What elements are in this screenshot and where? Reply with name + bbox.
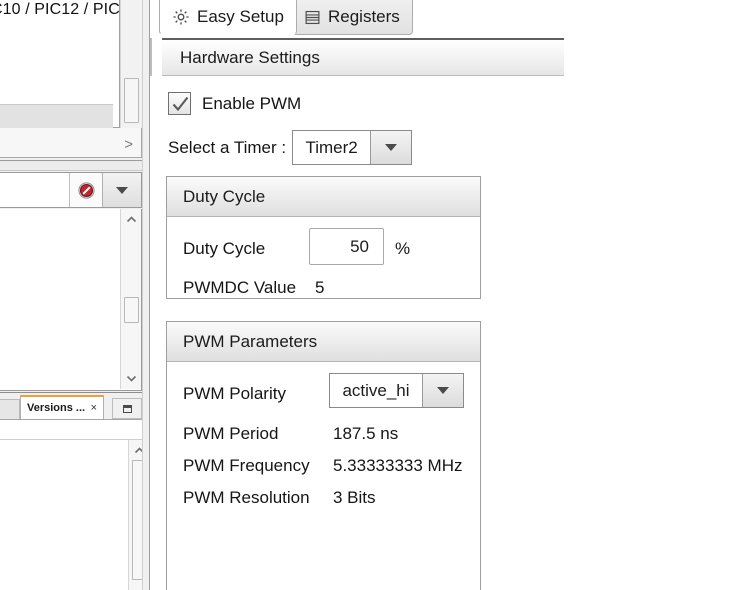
scrollbar-thumb[interactable] <box>124 78 139 123</box>
select-timer-label: Select a Timer : <box>168 138 286 158</box>
pwm-polarity-combobox-button[interactable] <box>422 374 463 407</box>
pwm-resolution-label: PWM Resolution <box>183 488 310 508</box>
filter-combobox[interactable] <box>0 172 142 208</box>
left-region: C10 / PIC12 / PIC > <box>0 0 150 590</box>
minimize-icon <box>123 405 132 413</box>
pwm-period-value: 187.5 ns <box>333 424 398 444</box>
timer-combobox-value[interactable]: Timer2 <box>293 131 370 164</box>
pwm-frequency-value: 5.33333333 MHz <box>333 456 462 476</box>
timer-combobox[interactable]: Timer2 <box>292 130 412 165</box>
check-icon <box>171 95 190 114</box>
enable-pwm-checkbox[interactable] <box>168 92 191 115</box>
duty-cycle-group: Duty Cycle Duty Cycle 50 % PWMDC Value 5 <box>166 176 481 299</box>
pwm-parameters-group-title: PWM Parameters <box>167 322 480 362</box>
bottom-dock: Versions ... × Configurator (Pl hnology,… <box>0 392 150 590</box>
pwm-polarity-combobox-value[interactable]: active_hi <box>330 374 422 407</box>
filter-combobox-field[interactable] <box>0 173 69 207</box>
tab-registers-label: Registers <box>328 7 400 27</box>
dock-tab-versions[interactable]: Versions ... × <box>20 395 104 419</box>
dock-toolbar[interactable] <box>0 420 149 440</box>
device-list-scrollbar[interactable] <box>120 0 141 130</box>
device-list-footer-row[interactable]: > <box>0 128 142 158</box>
chevron-down-icon <box>116 187 128 194</box>
pwm-resolution-value: 3 Bits <box>333 488 376 508</box>
duty-cycle-input[interactable]: 50 <box>309 228 384 265</box>
dock-minimize-button[interactable] <box>112 398 142 419</box>
hardware-settings-header: Hardware Settings <box>162 38 564 76</box>
list-icon <box>304 9 321 26</box>
chevron-up-icon[interactable] <box>125 213 138 226</box>
pwm-frequency-label: PWM Frequency <box>183 456 310 476</box>
chevron-down-icon[interactable] <box>125 372 138 385</box>
vertical-splitter[interactable] <box>142 0 150 590</box>
pwm-parameters-group: PWM Parameters PWM Polarity active_hi PW… <box>166 321 481 590</box>
pwm-period-label: PWM Period <box>183 424 278 444</box>
enable-pwm-label: Enable PWM <box>202 94 301 114</box>
percent-label: % <box>395 239 410 259</box>
prohibition-icon-cell[interactable] <box>69 173 102 207</box>
main-panel: Easy Setup Registers Hardware Settings <box>150 0 564 590</box>
main-tabstrip: Easy Setup Registers <box>150 0 564 35</box>
close-icon[interactable]: × <box>91 403 99 414</box>
select-timer-row: Select a Timer : Timer2 <box>168 130 412 165</box>
panel-separator <box>0 160 150 171</box>
device-list-text: C10 / PIC12 / PIC <box>0 1 120 19</box>
timer-combobox-button[interactable] <box>370 131 411 164</box>
prohibition-icon[interactable] <box>78 182 95 199</box>
pwm-polarity-label: PWM Polarity <box>183 384 286 404</box>
pwm-polarity-combobox[interactable]: active_hi <box>329 373 464 408</box>
pwmdc-value-label: PWMDC Value <box>183 278 296 298</box>
tab-easy-setup-label: Easy Setup <box>197 7 284 27</box>
chevron-down-icon <box>437 387 449 394</box>
device-list-panel[interactable]: C10 / PIC12 / PIC <box>0 0 120 128</box>
duty-cycle-group-title: Duty Cycle <box>167 177 480 217</box>
main-content: Enable PWM Select a Timer : Timer2 Duty … <box>150 76 564 590</box>
gear-icon <box>172 8 190 26</box>
enable-pwm-row[interactable]: Enable PWM <box>168 92 301 115</box>
dock-tab-versions-label: Versions ... <box>27 402 85 414</box>
duty-cycle-label: Duty Cycle <box>183 239 265 259</box>
filter-combobox-dropdown-button[interactable] <box>102 173 141 207</box>
pwmdc-value: 5 <box>315 278 324 298</box>
dock-body: Configurator (Pl hnology, Inc. ollers an… <box>0 419 150 590</box>
dock-tabstrip: Versions ... × <box>0 395 150 419</box>
left-list-scrollbar[interactable] <box>120 209 141 389</box>
dock-tab-stub[interactable] <box>0 399 20 419</box>
chevron-down-icon <box>385 144 397 151</box>
left-list-panel[interactable] <box>0 209 142 391</box>
chevron-right-icon[interactable]: > <box>124 137 133 152</box>
app-root: C10 / PIC12 / PIC > <box>0 0 738 590</box>
tab-easy-setup[interactable]: Easy Setup <box>159 0 297 35</box>
tab-registers[interactable]: Registers <box>291 0 413 35</box>
scrollbar-thumb[interactable] <box>124 297 139 323</box>
